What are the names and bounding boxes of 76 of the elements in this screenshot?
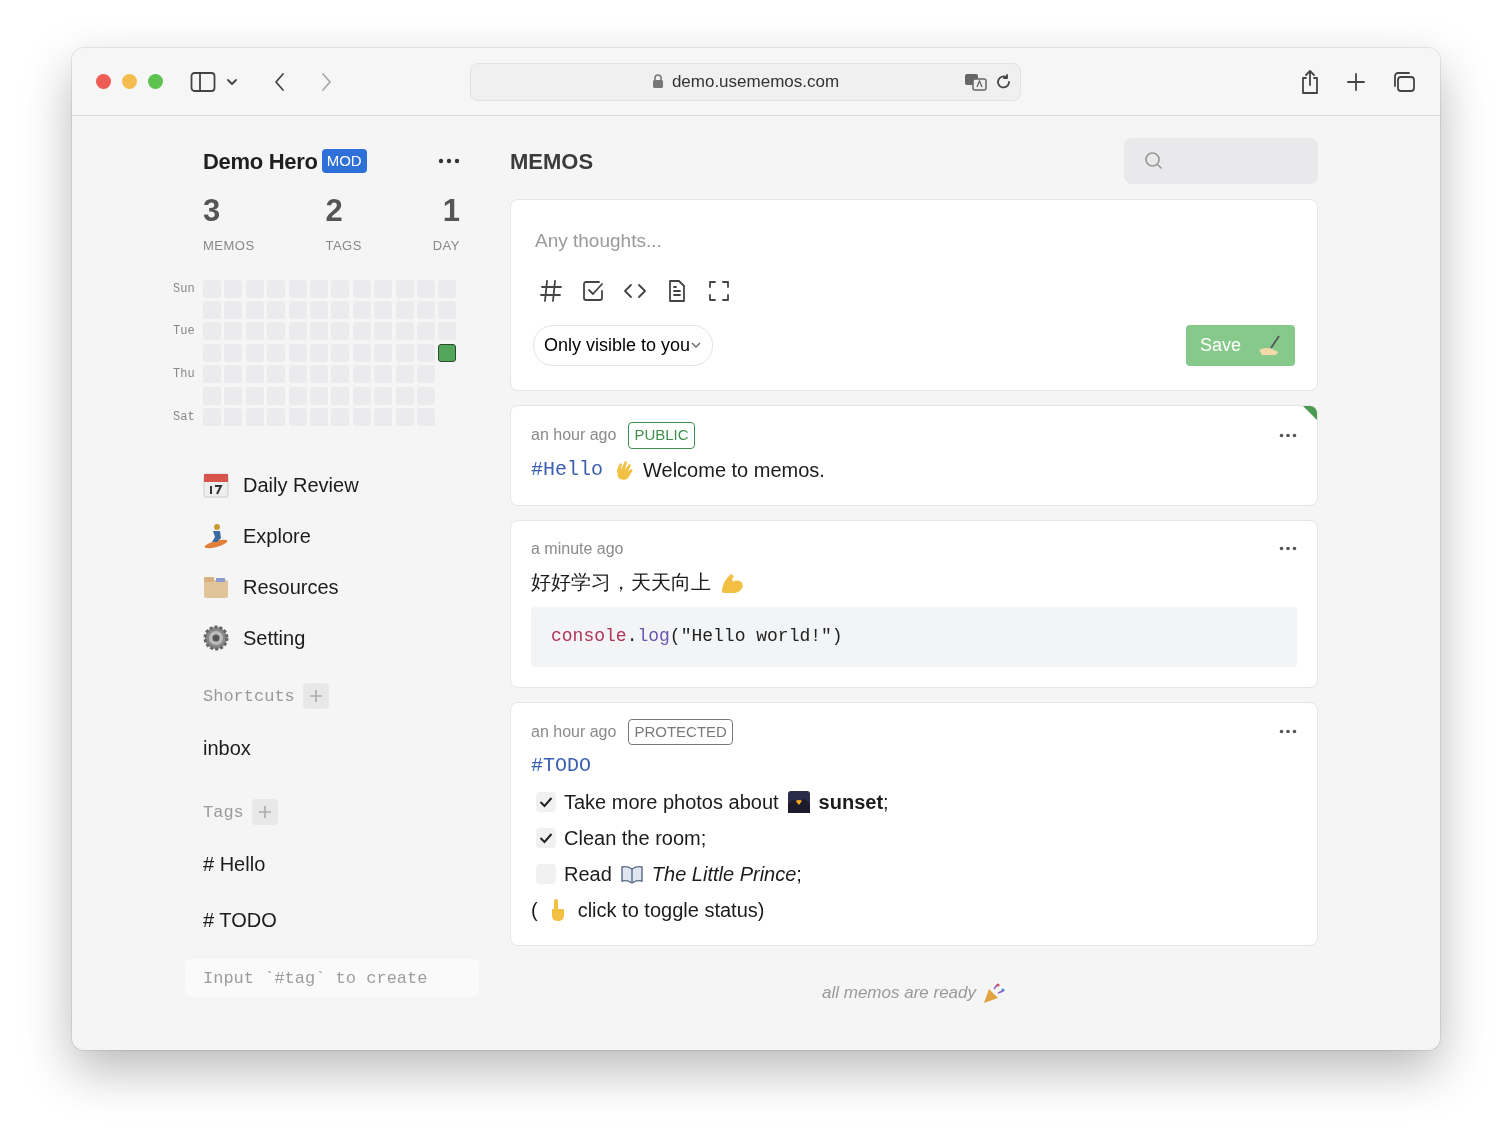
memo-text: Clean the room; [564, 826, 707, 851]
stat-label: MEMOS [203, 237, 255, 256]
memo-time: an hour ago [531, 425, 617, 446]
stat-value: 1 [442, 194, 460, 229]
memo-text: Take more photos about [564, 790, 779, 815]
memo-text: ( [531, 898, 538, 923]
close-button[interactable] [96, 74, 111, 89]
back-icon[interactable] [274, 71, 286, 92]
more-icon[interactable] [1279, 432, 1297, 438]
address-bar[interactable]: demo.usememos.com [470, 62, 1021, 101]
memo-text: The Little Prince; [651, 862, 802, 887]
more-icon[interactable] [438, 158, 460, 164]
check-icon [539, 796, 553, 808]
tag-item[interactable]: # TODO [203, 905, 277, 936]
code-text: console.log("Hello world!") [551, 625, 843, 648]
page-title: MEMOS [510, 147, 594, 176]
day-label: Sun [173, 281, 195, 296]
memo-time: a minute ago [531, 538, 624, 559]
calendar-icon [203, 471, 229, 498]
status-message: all memos are ready [822, 982, 976, 1004]
stat-value: 2 [325, 194, 344, 229]
visibility-tag: PROTECTED [628, 718, 733, 745]
share-icon[interactable] [1300, 68, 1320, 95]
stat-label: TAGS [325, 237, 362, 256]
stat-label: DAY [432, 237, 460, 256]
forward-icon [320, 71, 332, 92]
sidebar-icon[interactable] [190, 70, 216, 93]
day-label: Tue [173, 324, 195, 339]
shortcut-item[interactable]: inbox [203, 733, 251, 764]
memo-text: Read [564, 862, 612, 887]
visibility-select[interactable]: Only visible to you [533, 324, 714, 366]
memo-text: 好好学习，天天向上 [531, 569, 711, 595]
reload-icon[interactable] [996, 72, 1012, 91]
day-label: Thu [173, 367, 195, 382]
task-checkbox[interactable] [536, 792, 556, 812]
search-icon [1144, 151, 1164, 171]
user-name: Demo Hero [203, 147, 318, 176]
section-title: Shortcuts [203, 685, 295, 708]
visibility-tag: PUBLIC [628, 422, 695, 449]
search-field[interactable] [1124, 138, 1318, 184]
lock-icon [651, 74, 664, 89]
tag-link[interactable]: #TODO [531, 751, 591, 781]
new-tab-icon[interactable] [1346, 71, 1366, 92]
more-icon[interactable] [1279, 546, 1297, 551]
writing-hand-icon [1257, 334, 1281, 356]
nav-item[interactable]: Setting [203, 612, 480, 664]
snowboarder-icon [203, 522, 229, 549]
memo-text: click to toggle status) [577, 898, 765, 923]
tag-link[interactable]: #Hello [531, 454, 603, 485]
task-checkbox[interactable] [536, 828, 556, 848]
chevron-down-icon[interactable] [226, 77, 238, 86]
stat-value: 3 [203, 194, 222, 229]
check-icon [539, 832, 553, 844]
translate-icon[interactable] [964, 71, 988, 92]
memo-text: Welcome to memos. [643, 457, 825, 483]
day-label: Sat [173, 409, 195, 424]
memo-text: sunset; [818, 790, 889, 815]
section-title: Tags [203, 801, 244, 824]
tag-icon[interactable] [539, 278, 563, 303]
fullscreen-icon[interactable] [707, 278, 731, 303]
role-badge: MOD [321, 148, 367, 174]
gear-icon [203, 624, 229, 651]
sunset-icon [786, 790, 811, 814]
nav-item[interactable]: Daily Review [203, 459, 480, 511]
tag-input-field[interactable]: Input `#tag` to create [185, 959, 479, 998]
plus-icon [308, 689, 323, 704]
nav-item[interactable]: Resources [203, 561, 480, 613]
chevron-down-icon [690, 341, 703, 349]
checkbox-icon[interactable] [581, 278, 605, 303]
memo-time: an hour ago [531, 721, 617, 742]
more-icon[interactable] [1279, 729, 1297, 735]
plus-icon [257, 805, 272, 820]
nav-item[interactable]: Explore [203, 510, 480, 562]
url-text: demo.usememos.com [671, 70, 840, 93]
tabs-overview-icon[interactable] [1392, 70, 1416, 93]
tag-item[interactable]: # Hello [203, 849, 266, 880]
